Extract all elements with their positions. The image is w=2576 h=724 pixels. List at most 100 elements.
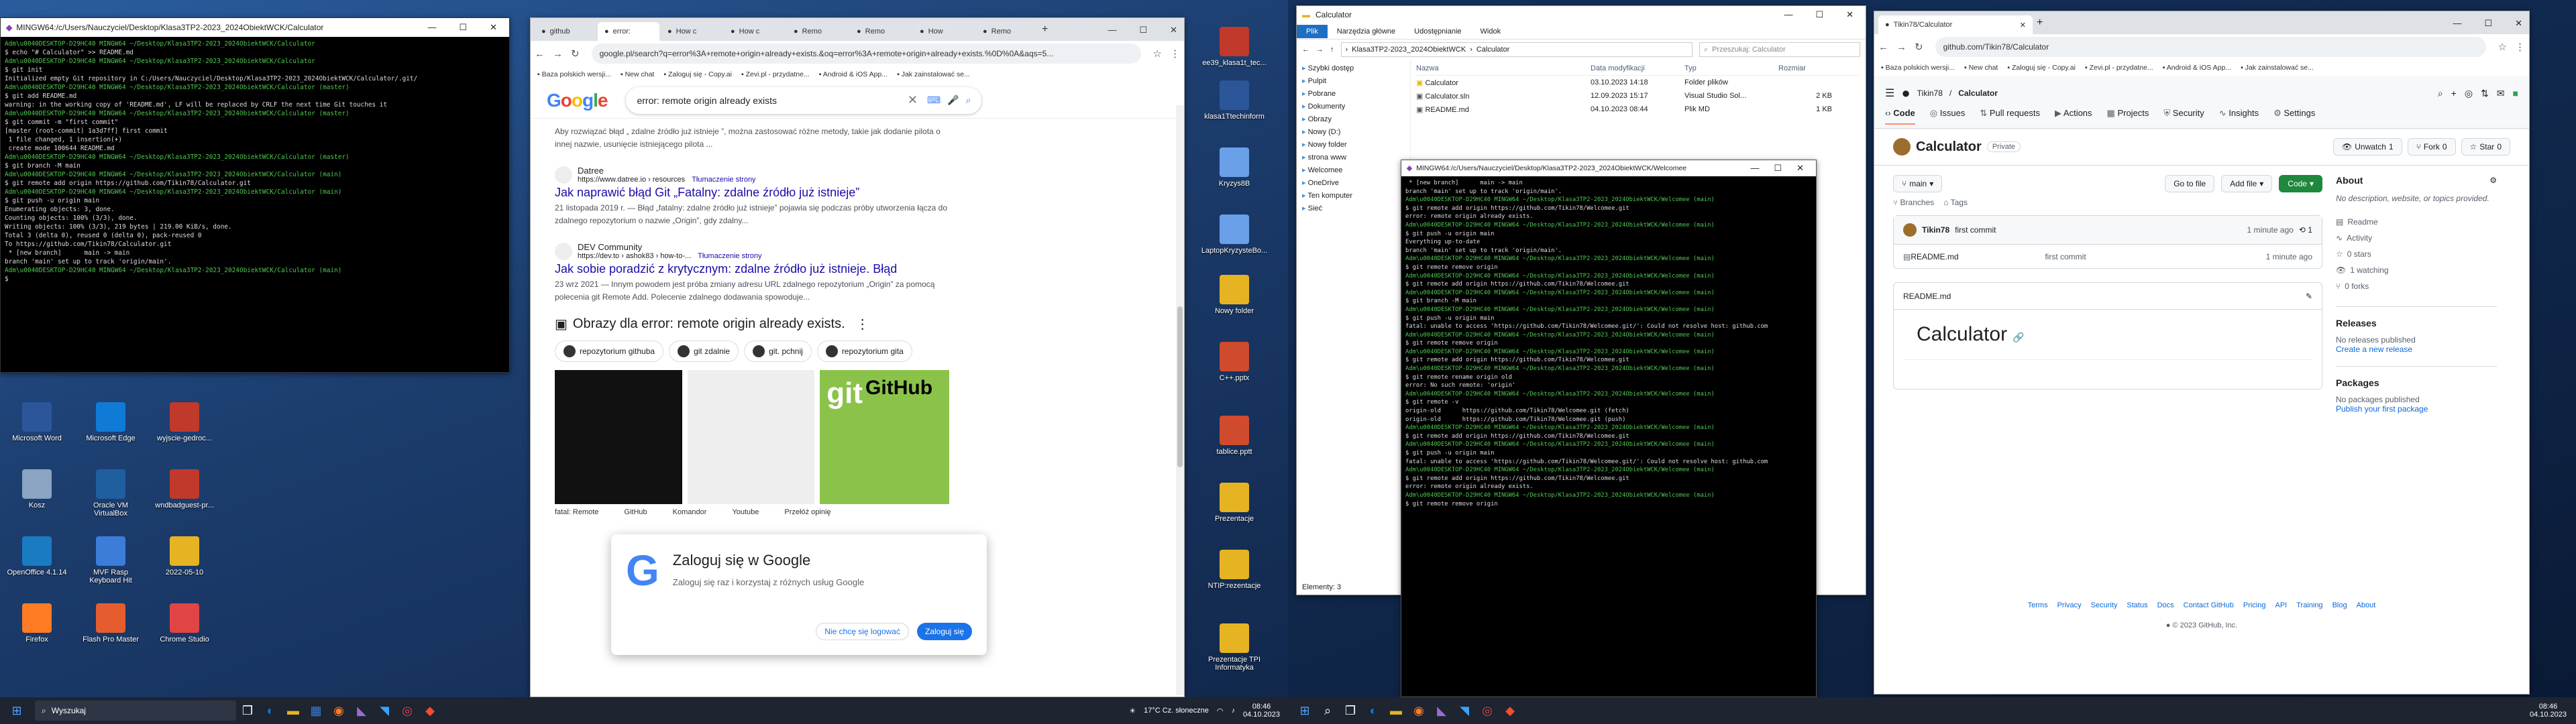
desktop-icon[interactable]: Prezentacje TPI Informatyka — [1201, 623, 1268, 672]
vs-icon[interactable]: ◣ — [350, 699, 373, 722]
nav-item[interactable]: ▸ Nowy folder — [1302, 139, 1405, 152]
browser-tab[interactable]: ● Remo — [850, 22, 912, 41]
desktop-icon[interactable]: wndbadguest-pr... — [154, 469, 215, 509]
bookmark-item[interactable]: ▪ Android & iOS App... — [819, 70, 888, 78]
ribbon-tab[interactable]: Plik — [1297, 24, 1328, 38]
image-caption[interactable]: Youtube — [732, 508, 759, 516]
go-to-file-button[interactable]: Go to file — [2165, 175, 2215, 192]
nav-item[interactable]: ▸ Pulpit — [1302, 75, 1405, 88]
desktop-icon[interactable]: MVF Rasp Keyboard Hit — [80, 536, 141, 585]
unwatch-button[interactable]: 👁 Unwatch 1 — [2333, 138, 2402, 156]
task-view-icon[interactable]: ❐ — [1339, 699, 1362, 722]
chrome-icon[interactable]: ◎ — [396, 699, 419, 722]
nav-item[interactable]: ▸ Szybki dostęp — [1302, 62, 1405, 75]
file-row[interactable]: ▣ Calculator.sln 12.09.2023 15:17 Visual S… — [1416, 89, 1860, 103]
store-icon[interactable]: ▦ — [305, 699, 327, 722]
bookmark-item[interactable]: ▪ Baza polskich wersji... — [1881, 64, 1955, 72]
start-icon[interactable]: ⊞ — [5, 699, 28, 722]
start-icon[interactable]: ⊞ — [1293, 699, 1316, 722]
add-file-button[interactable]: Add file ▾ — [2221, 175, 2273, 192]
footer-link[interactable]: Privacy — [2057, 601, 2082, 609]
desktop-icon[interactable]: Prezentacje — [1201, 483, 1268, 523]
minimize-icon[interactable]: — — [1784, 9, 1792, 20]
file-explorer-icon[interactable]: ▬ — [1385, 699, 1407, 722]
fork-button[interactable]: ⑂ Fork 0 — [2407, 138, 2456, 156]
back-icon[interactable]: ← — [535, 48, 545, 60]
bookmark-item[interactable]: ▪ Jak zainstalować se... — [2241, 64, 2314, 72]
footer-link[interactable]: Docs — [2157, 601, 2174, 609]
footer-link[interactable]: About — [2357, 601, 2376, 609]
close-icon[interactable]: ✕ — [1846, 9, 1854, 20]
about-item[interactable]: ∿ Activity — [2336, 230, 2497, 246]
maximize-icon[interactable]: ☐ — [2484, 18, 2492, 29]
image-chip[interactable]: git. pchnij — [744, 341, 812, 362]
about-item[interactable]: 👁 1 watching — [2336, 262, 2497, 278]
close-icon[interactable]: ✕ — [2515, 18, 2522, 29]
breadcrumb-user[interactable]: Tikin78 — [1917, 88, 1943, 98]
forward-icon[interactable]: → — [1316, 46, 1324, 54]
github-logo-icon[interactable]: ● — [1901, 84, 1910, 102]
minimize-icon[interactable]: — — [1750, 163, 1759, 174]
git-icon[interactable]: ◆ — [1499, 699, 1521, 722]
avatar[interactable]: ■ — [2513, 88, 2518, 99]
minimize-icon[interactable]: — — [427, 22, 436, 33]
footer-link[interactable]: Pricing — [2243, 601, 2266, 609]
desktop-icon[interactable]: NTIP:rezentacje — [1201, 550, 1268, 590]
bookmark-item[interactable]: ▪ Zevi.pl - przydatne... — [741, 70, 810, 78]
close-icon[interactable]: ✕ — [1170, 25, 1177, 36]
publish-package-link[interactable]: Publish your first package — [2336, 404, 2497, 414]
decline-signin-button[interactable]: Nie chcę się logować — [816, 623, 909, 640]
tags-link[interactable]: ⌂ Tags — [1943, 198, 1968, 207]
translate-link[interactable]: Tłumaczenie strony — [692, 176, 755, 184]
minimize-icon[interactable]: — — [2453, 18, 2461, 29]
nav-item[interactable]: ▸ Sieć — [1302, 202, 1405, 215]
result-title[interactable]: Jak naprawić błąd Git „Fatalny: zdalne ź… — [555, 186, 949, 200]
translate-link[interactable]: Tłumaczenie strony — [698, 252, 761, 260]
keyboard-icon[interactable]: ⌨ — [927, 95, 941, 106]
reload-icon[interactable]: ↻ — [1915, 41, 1923, 53]
terminal-titlebar[interactable]: ◆ MINGW64:/c/Users/Nauczyciel/Desktop/Kl… — [1, 18, 509, 37]
nav-item[interactable]: ▸ Dokumenty — [1302, 101, 1405, 113]
pencil-icon[interactable]: ✎ — [2306, 292, 2312, 301]
up-icon[interactable]: ↑ — [1330, 46, 1334, 54]
repo-tab[interactable]: ▶ Actions — [2055, 108, 2092, 124]
close-icon[interactable]: ✕ — [490, 22, 497, 33]
file-row[interactable]: ▤ README.md first commit 1 minute ago — [1894, 244, 2322, 268]
desktop-icon[interactable]: 2022-05-10 — [154, 536, 215, 577]
search-icon[interactable]: ⌕ — [2438, 88, 2443, 99]
create-release-link[interactable]: Create a new release — [2336, 345, 2497, 354]
desktop-icon[interactable]: Microsoft Word — [7, 402, 67, 442]
bookmark-item[interactable]: ▪ New chat — [621, 70, 654, 78]
desktop-icon[interactable]: Kosz — [7, 469, 67, 509]
forward-icon[interactable]: → — [553, 48, 563, 60]
desktop-icon[interactable]: ee39_klasa1t_tec... — [1201, 27, 1268, 67]
bookmark-item[interactable]: ▪ New chat — [1964, 64, 1998, 72]
reload-icon[interactable]: ↻ — [571, 48, 580, 60]
footer-link[interactable]: Security — [2091, 601, 2118, 609]
mic-icon[interactable]: 🎤 — [947, 95, 959, 106]
file-row[interactable]: ▣ README.md 04.10.2023 08:44 Plik MD 1 KB — [1416, 103, 1860, 116]
hamburger-icon[interactable]: ☰ — [1885, 86, 1894, 100]
code-button[interactable]: Code ▾ — [2279, 175, 2322, 192]
image-result[interactable]: git GitHub — [820, 370, 949, 504]
desktop-icon[interactable]: Firefox — [7, 603, 67, 644]
nav-item[interactable]: ▸ Ten komputer — [1302, 190, 1405, 202]
search-input[interactable]: error: remote origin already exists ✕ ⌨ … — [626, 87, 981, 114]
image-chip[interactable]: repozytorium githuba — [555, 341, 664, 362]
maximize-icon[interactable]: ☐ — [1139, 25, 1147, 36]
back-icon[interactable]: ← — [1302, 46, 1309, 54]
repo-tab[interactable]: ⛨ Security — [2163, 108, 2204, 124]
edge-icon[interactable]: ◐ — [1362, 699, 1385, 722]
path-bar[interactable]: › Klasa3TP2-2023_2024ObiektWCK › Calculator — [1340, 42, 1693, 57]
desktop-icon[interactable]: Microsoft Edge — [80, 402, 141, 442]
vscode-icon[interactable]: ◥ — [1453, 699, 1476, 722]
desktop-icon[interactable]: klasa1Ttechinform — [1201, 80, 1268, 121]
repo-tab[interactable]: ⚙ Settings — [2273, 108, 2315, 124]
desktop-icon[interactable]: Oracle VM VirtualBox — [80, 469, 141, 518]
browser-tab[interactable]: ● github — [535, 22, 596, 41]
terminal-output[interactable]: Adm\u0040DESKTOP-D29HC40 MINGW64 ~/Deskt… — [1, 37, 509, 372]
column-header[interactable]: Rozmiar — [1778, 64, 1832, 72]
address-bar[interactable]: google.pl/search?q=error%3A+remote+origi… — [591, 44, 1141, 64]
desktop-icon[interactable]: C++.pptx — [1201, 342, 1268, 382]
file-row[interactable]: ▣ Calculator 03.10.2023 14:18 Folder plikó… — [1416, 76, 1860, 89]
